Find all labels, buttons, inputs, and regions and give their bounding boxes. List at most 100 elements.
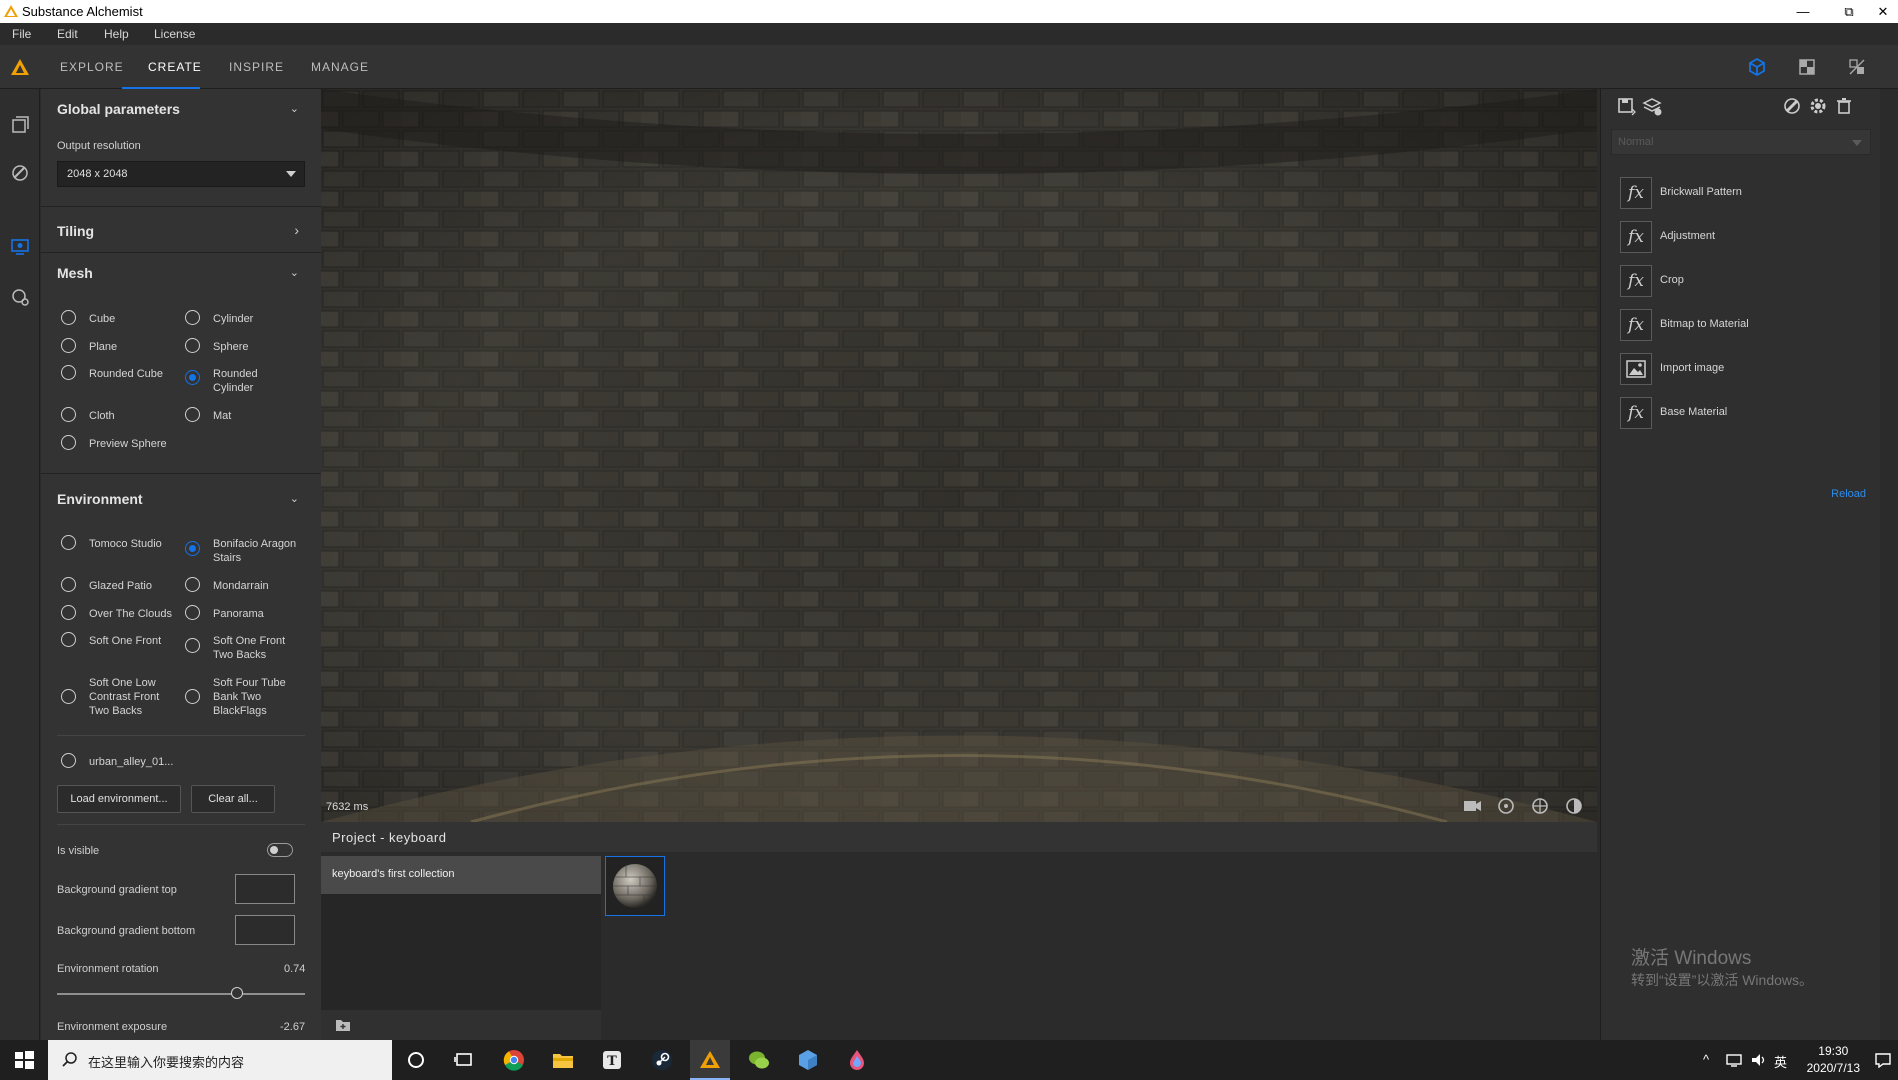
env-rotation-track[interactable] xyxy=(57,993,305,995)
mesh-radio-cube[interactable] xyxy=(61,310,76,325)
reload-link[interactable]: Reload xyxy=(1831,488,1866,500)
left-panel: Global parameters ⌄ Output resolution 20… xyxy=(41,89,321,1040)
env-radio-soft-four-tube-bank[interactable] xyxy=(185,689,200,704)
trash-icon[interactable] xyxy=(1833,95,1855,117)
env-radio-soft-one-front-two-backs[interactable] xyxy=(185,638,200,653)
file-explorer-icon[interactable] xyxy=(551,1048,575,1072)
settings-gear-icon[interactable] xyxy=(1807,95,1829,117)
mesh-label-cloth: Cloth xyxy=(89,410,115,422)
chevron-down-icon[interactable]: ⌄ xyxy=(290,266,299,279)
mesh-radio-cylinder[interactable] xyxy=(185,310,200,325)
tab-inspire[interactable]: INSPIRE xyxy=(229,60,284,74)
steam-icon[interactable] xyxy=(650,1048,674,1072)
layers-icon[interactable] xyxy=(8,113,32,137)
task-view-icon[interactable] xyxy=(452,1048,476,1072)
env-label-soft-four-tube-bank: Soft Four Tube Bank Two BlackFlags xyxy=(213,677,286,717)
env-label-soft-one-low-contrast: Soft One Low Contrast Front Two Backs xyxy=(89,677,160,717)
typora-icon[interactable]: T xyxy=(600,1048,624,1072)
3d-viewport[interactable]: 7632 ms xyxy=(321,89,1597,822)
environment-heading[interactable]: Environment xyxy=(57,491,143,507)
fx-icon: fx xyxy=(1620,309,1652,341)
env-radio-glazed-patio[interactable] xyxy=(61,577,76,592)
clock-time: 19:30 xyxy=(1818,1044,1849,1058)
output-resolution-select[interactable]: 2048 x 2048 xyxy=(57,161,305,187)
rotate-light-icon[interactable] xyxy=(1495,795,1517,817)
load-environment-button[interactable]: Load environment... xyxy=(57,785,181,813)
2d-view-icon[interactable] xyxy=(1796,56,1818,78)
minimize-button[interactable]: — xyxy=(1780,0,1826,23)
bg-gradient-top-swatch[interactable] xyxy=(235,874,295,904)
env-rotation-thumb[interactable] xyxy=(231,987,243,999)
env-radio-bonifacio-aragon-stairs[interactable] xyxy=(185,541,200,556)
mesh-radio-preview-sphere[interactable] xyxy=(61,435,76,450)
tab-explore[interactable]: EXPLORE xyxy=(60,60,124,74)
mesh-radio-rounded-cube[interactable] xyxy=(61,365,76,380)
env-radio-soft-one-front[interactable] xyxy=(61,632,76,647)
right-edge-strip xyxy=(1880,89,1898,1040)
mesh-radio-rounded-cylinder[interactable] xyxy=(185,370,200,385)
volume-icon[interactable] xyxy=(1750,1052,1768,1068)
clear-all-button[interactable]: Clear all... xyxy=(191,785,275,813)
env-radio-tomoco-studio[interactable] xyxy=(61,535,76,550)
network-icon[interactable] xyxy=(1726,1053,1744,1067)
mesh-label-rounded-cube: Rounded Cube xyxy=(89,368,164,380)
mesh-label-mat: Mat xyxy=(213,410,232,422)
ime-indicator[interactable]: 英 xyxy=(1774,1052,1787,1071)
display-settings-icon[interactable] xyxy=(8,235,32,259)
project-panel: Project - keyboard keyboard's first coll… xyxy=(321,822,1597,1040)
mesh-radio-cloth[interactable] xyxy=(61,407,76,422)
windows-start-icon[interactable] xyxy=(12,1048,36,1072)
menu-help[interactable]: Help xyxy=(104,27,129,41)
material-thumbnail[interactable] xyxy=(605,856,665,916)
bg-gradient-bottom-swatch[interactable] xyxy=(235,915,295,945)
mesh-heading[interactable]: Mesh xyxy=(57,265,93,281)
app-cube-icon[interactable] xyxy=(796,1048,820,1072)
bg-gradient-top-label: Background gradient top xyxy=(57,884,177,896)
wechat-icon[interactable] xyxy=(747,1048,771,1072)
tab-create[interactable]: CREATE xyxy=(148,60,202,74)
mask-icon[interactable] xyxy=(1781,95,1803,117)
camera-icon[interactable] xyxy=(1461,795,1483,817)
env-radio-mondarrain[interactable] xyxy=(185,577,200,592)
mesh-radio-mat[interactable] xyxy=(185,407,200,422)
menu-edit[interactable]: Edit xyxy=(57,27,78,41)
new-folder-icon[interactable] xyxy=(335,1018,351,1032)
3d-view-icon[interactable] xyxy=(1746,56,1768,78)
chevron-right-icon[interactable]: › xyxy=(294,222,299,238)
materials-icon[interactable] xyxy=(8,161,32,185)
is-visible-toggle[interactable] xyxy=(267,843,293,857)
material-sphere-icon[interactable] xyxy=(1563,795,1585,817)
env-exposure-label: Environment exposure xyxy=(57,1021,168,1033)
cortana-icon[interactable] xyxy=(404,1048,428,1072)
chevron-down-icon[interactable]: ⌄ xyxy=(290,492,299,505)
close-button[interactable]: ✕ xyxy=(1860,0,1898,23)
save-icon[interactable] xyxy=(1615,95,1637,117)
tab-manage[interactable]: MANAGE xyxy=(311,60,369,74)
mesh-radio-sphere[interactable] xyxy=(185,338,200,353)
split-view-icon[interactable] xyxy=(1846,56,1868,78)
notification-icon[interactable] xyxy=(1874,1052,1892,1068)
env-radio-soft-one-low-contrast[interactable] xyxy=(61,689,76,704)
chevron-down-icon[interactable]: ⌄ xyxy=(290,102,299,115)
global-parameters-heading[interactable]: Global parameters xyxy=(57,101,180,117)
env-radio-urban-alley[interactable] xyxy=(61,753,76,768)
menu-license[interactable]: License xyxy=(154,27,195,41)
chrome-icon[interactable] xyxy=(502,1048,526,1072)
tray-expand-icon[interactable]: ^ xyxy=(1703,1052,1709,1067)
collection-item[interactable]: keyboard's first collection xyxy=(321,856,601,894)
add-layer-icon[interactable] xyxy=(1641,95,1663,117)
environment-icon[interactable] xyxy=(1529,795,1551,817)
paint-app-icon[interactable] xyxy=(845,1048,869,1072)
env-radio-over-the-clouds[interactable] xyxy=(61,605,76,620)
menu-file[interactable]: File xyxy=(12,27,31,41)
mesh-radio-plane[interactable] xyxy=(61,338,76,353)
tiling-heading[interactable]: Tiling xyxy=(57,223,94,239)
render-settings-icon[interactable] xyxy=(8,285,32,309)
system-clock[interactable]: 19:30 2020/7/13 xyxy=(1807,1043,1860,1077)
activation-watermark-text: 转到“设置”以激活 Windows。 xyxy=(1631,972,1814,988)
env-radio-panorama[interactable] xyxy=(185,605,200,620)
taskbar-active-app[interactable] xyxy=(690,1040,730,1080)
caret-down-icon xyxy=(286,171,296,177)
fx-icon: fx xyxy=(1620,221,1652,253)
taskbar-search-box[interactable]: 在这里输入你要搜索的内容 xyxy=(48,1040,392,1080)
